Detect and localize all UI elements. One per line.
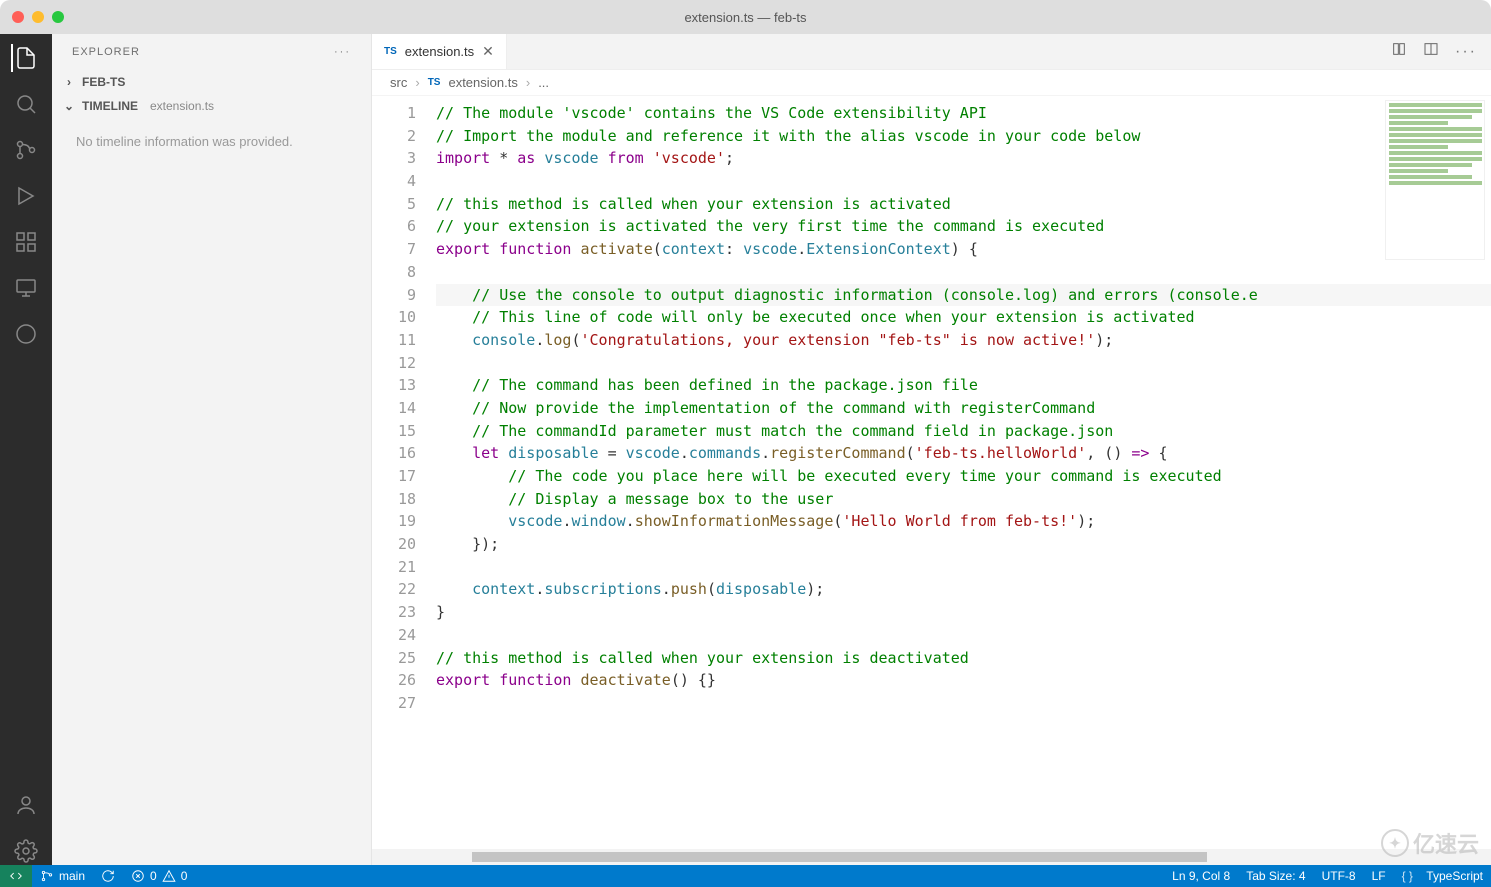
language-mode[interactable]: { } TypeScript bbox=[1394, 865, 1491, 887]
tab-extension-ts[interactable]: TS extension.ts ✕ bbox=[372, 34, 507, 69]
chevron-right-icon: › bbox=[62, 75, 76, 89]
error-count: 0 bbox=[150, 869, 157, 883]
activity-bar bbox=[0, 34, 52, 865]
minimap[interactable] bbox=[1385, 100, 1485, 260]
scrollbar-thumb[interactable] bbox=[472, 852, 1207, 862]
extensions-icon[interactable] bbox=[12, 228, 40, 256]
horizontal-scrollbar[interactable] bbox=[372, 849, 1491, 865]
sidebar-title: EXPLORER bbox=[72, 46, 140, 58]
timeline-section[interactable]: ⌄ TIMELINE extension.ts bbox=[52, 94, 371, 118]
compare-icon[interactable] bbox=[1391, 41, 1407, 62]
breadcrumb-more[interactable]: ... bbox=[538, 75, 549, 90]
remote-indicator[interactable] bbox=[0, 865, 32, 887]
code-content[interactable]: // The module 'vscode' contains the VS C… bbox=[432, 96, 1491, 849]
eol[interactable]: LF bbox=[1364, 865, 1394, 887]
sidebar-header: EXPLORER ··· bbox=[52, 34, 371, 70]
watermark-text: 亿速云 bbox=[1413, 827, 1479, 859]
encoding[interactable]: UTF-8 bbox=[1314, 865, 1364, 887]
code-editor[interactable]: 1234567891011121314151617181920212223242… bbox=[372, 96, 1491, 849]
breadcrumb-file[interactable]: extension.ts bbox=[448, 75, 517, 90]
indentation[interactable]: Tab Size: 4 bbox=[1238, 865, 1313, 887]
timeline-empty-text: No timeline information was provided. bbox=[52, 118, 371, 165]
watermark-icon: ✦ bbox=[1381, 829, 1409, 857]
breadcrumbs[interactable]: src › TS extension.ts › ... bbox=[372, 70, 1491, 96]
project-name: FEB-TS bbox=[82, 75, 125, 89]
titlebar: extension.ts — feb-ts bbox=[0, 0, 1491, 34]
remote-explorer-icon[interactable] bbox=[12, 274, 40, 302]
language-label: TypeScript bbox=[1426, 869, 1483, 883]
warning-count: 0 bbox=[181, 869, 188, 883]
editor-group: TS extension.ts ✕ ··· src › TS extension… bbox=[372, 34, 1491, 865]
main-area: EXPLORER ··· › FEB-TS ⌄ TIMELINE extensi… bbox=[0, 34, 1491, 865]
breadcrumb-src[interactable]: src bbox=[390, 75, 407, 90]
explorer-sidebar: EXPLORER ··· › FEB-TS ⌄ TIMELINE extensi… bbox=[52, 34, 372, 865]
status-bar: main 0 0 Ln 9, Col 8 Tab Size: 4 UTF-8 L… bbox=[0, 865, 1491, 887]
editor-actions: ··· bbox=[1377, 34, 1491, 69]
github-icon[interactable] bbox=[12, 320, 40, 348]
watermark: ✦ 亿速云 bbox=[1381, 827, 1479, 859]
close-tab-icon[interactable]: ✕ bbox=[482, 43, 494, 60]
cursor-position[interactable]: Ln 9, Col 8 bbox=[1164, 865, 1238, 887]
line-gutter: 1234567891011121314151617181920212223242… bbox=[372, 96, 432, 849]
settings-gear-icon[interactable] bbox=[12, 837, 40, 865]
explorer-icon[interactable] bbox=[11, 44, 39, 72]
chevron-right-icon: › bbox=[415, 75, 419, 90]
timeline-label: TIMELINE bbox=[82, 99, 138, 113]
search-icon[interactable] bbox=[12, 90, 40, 118]
source-control-icon[interactable] bbox=[12, 136, 40, 164]
sidebar-more-icon[interactable]: ··· bbox=[334, 46, 351, 58]
run-debug-icon[interactable] bbox=[12, 182, 40, 210]
editor-more-icon[interactable]: ··· bbox=[1455, 43, 1477, 61]
chevron-down-icon: ⌄ bbox=[62, 99, 76, 113]
sync-button[interactable] bbox=[93, 865, 123, 887]
split-editor-icon[interactable] bbox=[1423, 41, 1439, 62]
branch-name: main bbox=[59, 869, 85, 883]
chevron-right-icon: › bbox=[526, 75, 530, 90]
tab-bar: TS extension.ts ✕ ··· bbox=[372, 34, 1491, 70]
project-folder-row[interactable]: › FEB-TS bbox=[52, 70, 371, 94]
ts-file-icon: TS bbox=[428, 77, 441, 88]
window-title: extension.ts — feb-ts bbox=[0, 10, 1491, 25]
git-branch[interactable]: main bbox=[32, 865, 93, 887]
accounts-icon[interactable] bbox=[12, 791, 40, 819]
timeline-file: extension.ts bbox=[150, 99, 214, 113]
ts-file-icon: TS bbox=[384, 46, 397, 57]
tab-filename: extension.ts bbox=[405, 44, 474, 59]
problems-indicator[interactable]: 0 0 bbox=[123, 865, 195, 887]
